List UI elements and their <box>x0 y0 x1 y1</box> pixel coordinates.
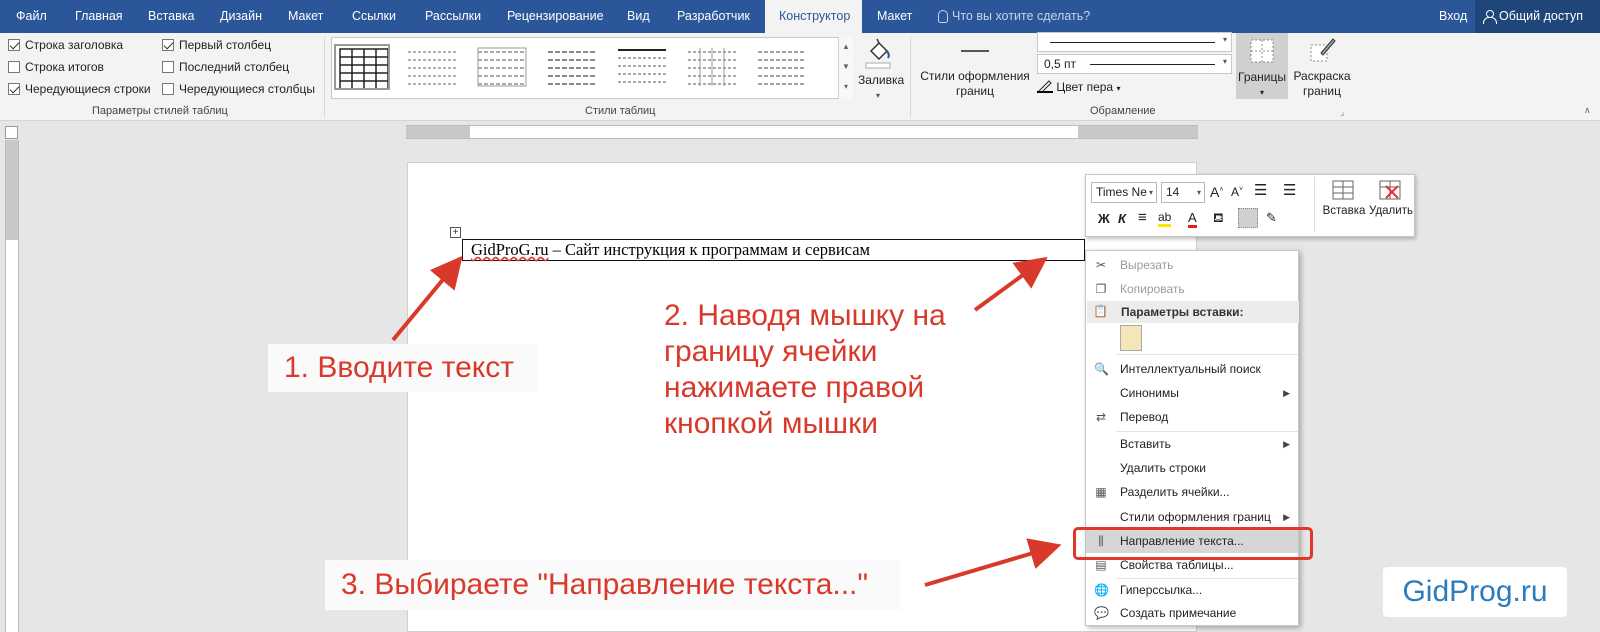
arrow-to-border <box>973 256 1048 312</box>
menu-item-insert[interactable]: Вставить ▶ <box>1086 432 1298 456</box>
paste-options-header: 📋 Параметры вставки: <box>1087 301 1299 323</box>
submenu-arrow-icon: ▶ <box>1283 388 1290 398</box>
annotation-step-3: 3. Выбираете "Направление текста..." <box>325 560 900 610</box>
comment-icon: 💬 <box>1094 606 1109 620</box>
copy-icon: ❐ <box>1095 282 1107 296</box>
floating-mini-toolbar: Times Ne ▾ 14 ▾ A˄ A˅ ☰ ☰ Ж К ≡ ab A ⛾ ✎ В… <box>1085 174 1415 237</box>
font-color-icon[interactable]: A <box>1188 210 1197 228</box>
context-menu: ✂ Вырезать ❐ Копировать 📋 Параметры вставки… <box>1085 250 1299 626</box>
bold-icon[interactable]: Ж <box>1098 211 1110 226</box>
globe-link-icon: 🌐 <box>1094 583 1109 597</box>
menu-item-hyperlink[interactable]: 🌐 Гиперссылка... <box>1086 578 1298 602</box>
arrow-to-cell <box>391 255 463 342</box>
submenu-arrow-icon: ▶ <box>1283 512 1290 522</box>
table-properties-icon: ▤ <box>1095 558 1107 572</box>
site-watermark: GidProg.ru <box>1383 567 1567 617</box>
shading-icon[interactable]: ⛾ <box>1213 210 1224 228</box>
highlight-icon[interactable]: ab <box>1158 210 1172 227</box>
grow-font-icon[interactable]: A˄ <box>1210 184 1223 200</box>
submenu-arrow-icon: ▶ <box>1283 439 1290 449</box>
borders-icon[interactable] <box>1238 208 1258 228</box>
menu-item-copy[interactable]: ❐ Копировать <box>1086 277 1298 301</box>
menu-item-smart-lookup[interactable]: 🔍 Интеллектуальный поиск <box>1086 357 1298 381</box>
search-icon: 🔍 <box>1094 362 1109 376</box>
table-delete-icon <box>1379 180 1401 200</box>
scissors-icon: ✂ <box>1095 258 1107 272</box>
arrow-to-menu-item <box>924 538 1062 587</box>
shrink-font-icon[interactable]: A˅ <box>1231 185 1243 199</box>
format-painter-icon[interactable]: ✎ <box>1266 210 1277 226</box>
menu-item-cut[interactable]: ✂ Вырезать <box>1086 253 1298 277</box>
table-insert-icon <box>1332 180 1354 200</box>
chevron-down-icon: ▾ <box>1196 188 1201 197</box>
italic-icon[interactable]: К <box>1118 211 1126 226</box>
menu-item-split-cells[interactable]: ▦ Разделить ячейки... <box>1086 480 1298 504</box>
menu-item-delete-rows[interactable]: Удалить строки <box>1086 456 1298 480</box>
font-size-field[interactable]: 14 ▾ <box>1161 182 1205 203</box>
translate-icon: ⇄ <box>1095 410 1107 424</box>
menu-item-translate[interactable]: ⇄ Перевод <box>1086 405 1298 429</box>
font-name-field[interactable]: Times Ne ▾ <box>1091 182 1157 203</box>
bullets-icon[interactable]: ☰ <box>1254 181 1267 199</box>
toolbar-divider <box>1314 177 1315 233</box>
clipboard-icon: 📋 <box>1093 304 1108 318</box>
split-cells-icon: ▦ <box>1095 485 1107 499</box>
insert-button[interactable]: Вставка <box>1322 178 1366 234</box>
annotation-highlight-ring <box>1073 527 1313 560</box>
menu-item-new-comment[interactable]: 💬 Создать примечание <box>1086 601 1298 625</box>
annotation-step-1: 1. Вводите текст <box>268 344 538 392</box>
numbering-icon[interactable]: ☰ <box>1283 181 1296 199</box>
annotation-step-2: 2. Наводя мышку на границу ячейки нажима… <box>664 299 946 440</box>
delete-button[interactable]: Удалить <box>1369 178 1413 234</box>
menu-item-border-styles[interactable]: Стили оформления границ ▶ <box>1086 505 1298 529</box>
paste-keep-text-icon[interactable] <box>1120 325 1142 351</box>
menu-item-synonyms[interactable]: Синонимы ▶ <box>1086 381 1298 405</box>
chevron-down-icon: ▾ <box>1148 188 1153 197</box>
align-center-icon[interactable]: ≡ <box>1138 209 1147 226</box>
